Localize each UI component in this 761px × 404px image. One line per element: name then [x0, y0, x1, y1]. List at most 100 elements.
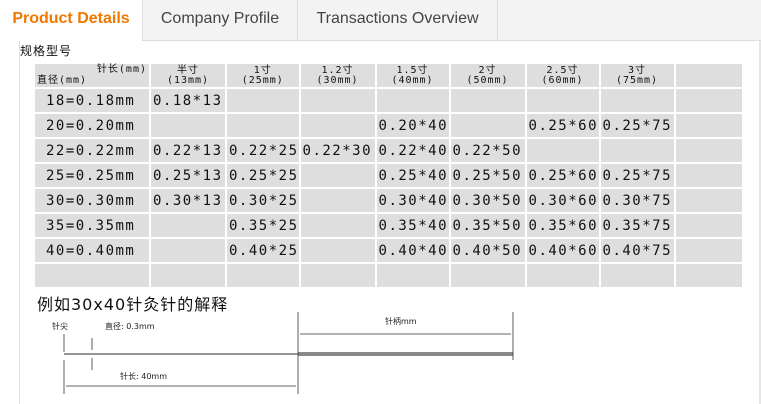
row-label: 18=0.18mm: [33, 87, 151, 114]
table-cell: [298, 162, 377, 189]
needle-diagram-svg: 针尖 直径: 0.3mm 针柄mm 针长: 40mm: [50, 312, 525, 404]
table-cell: [673, 237, 744, 264]
row-label: 35=0.35mm: [33, 212, 151, 239]
table-cell: 0.35*50: [448, 212, 527, 239]
column-header: 2寸 (50mm): [448, 62, 527, 89]
spec-title: 规格型号: [20, 44, 73, 58]
handle-label: 针柄mm: [385, 316, 417, 326]
table-cell: 0.35*40: [374, 212, 451, 239]
table-row: [33, 262, 744, 289]
column-header: 2.5寸 (60mm): [524, 62, 601, 89]
table-cell: [298, 262, 377, 289]
table-cell: [149, 262, 227, 289]
table-cell: [374, 262, 451, 289]
table-cell: [149, 237, 227, 264]
table-cell: 0.30*50: [448, 187, 527, 214]
table-cell: [448, 87, 527, 114]
tab-transactions-overview[interactable]: Transactions Overview: [298, 0, 498, 41]
table-cell: [298, 112, 377, 139]
table-cell: 0.35*75: [598, 212, 676, 239]
length-label: 针长: 40mm: [120, 371, 167, 381]
table-cell: [448, 112, 527, 139]
table-cell: [298, 237, 377, 264]
table-cell: [673, 87, 744, 114]
corner-header: 针长(mm) 直径(mm): [33, 62, 151, 89]
row-label: 40=0.40mm: [33, 237, 151, 264]
table-cell: [225, 112, 301, 139]
table-cell: 0.30*75: [598, 187, 676, 214]
table-cell: [673, 162, 744, 189]
table-cell: [673, 112, 744, 139]
column-header: 1寸 (25mm): [225, 62, 301, 89]
tab-company-profile[interactable]: Company Profile: [143, 0, 298, 41]
table-cell: 0.30*40: [374, 187, 451, 214]
table-cell: [225, 262, 301, 289]
table-cell: 0.25*13: [149, 162, 227, 189]
table-row: 40=0.40mm 0.40*25 0.40*40 0.40*50 0.40*60 0.4…: [33, 237, 744, 264]
table-cell: [298, 212, 377, 239]
column-header: 1.2寸 (30mm): [298, 62, 377, 89]
table-cell: [673, 137, 744, 164]
needle-handle: [298, 352, 513, 356]
table-cell: [298, 187, 377, 214]
table-cell: 0.40*40: [374, 237, 451, 264]
table-cell: 0.18*13: [149, 87, 227, 114]
table-cell: [149, 112, 227, 139]
table-cell: 0.40*75: [598, 237, 676, 264]
needle-diagram: 针尖 直径: 0.3mm 针柄mm 针长: 40mm: [50, 300, 530, 404]
table-cell: [598, 137, 676, 164]
table-row: 20=0.20mm 0.20*40 0.25*60 0.25*75: [33, 112, 744, 139]
table-cell: 0.22*40: [374, 137, 451, 164]
table-cell: 0.30*13: [149, 187, 227, 214]
table-cell: 0.30*60: [524, 187, 601, 214]
column-header: 半寸 (13mm): [149, 62, 227, 89]
table-cell: 0.25*50: [448, 162, 527, 189]
table-cell: 0.22*25: [225, 137, 301, 164]
tip-label: 针尖: [52, 321, 68, 331]
table-row: 22=0.22mm 0.22*13 0.22*25 0.22*30 0.22*40 0.2…: [33, 137, 744, 164]
table-cell: [524, 87, 601, 114]
column-header: 3寸 (75mm): [598, 62, 676, 89]
table-cell: 0.25*75: [598, 112, 676, 139]
row-label: [33, 262, 151, 289]
table-cell: 0.40*25: [225, 237, 301, 264]
table-cell: 0.25*60: [524, 112, 601, 139]
table-cell: [524, 137, 601, 164]
table-cell: 0.25*25: [225, 162, 301, 189]
diameter-label: 直径: 0.3mm: [105, 321, 155, 331]
table-row: 35=0.35mm 0.35*25 0.35*40 0.35*50 0.35*60 0.3…: [33, 212, 744, 239]
row-label: 30=0.30mm: [33, 187, 151, 214]
row-label: 22=0.22mm: [33, 137, 151, 164]
table-cell: [374, 87, 451, 114]
table-row: 25=0.25mm 0.25*13 0.25*25 0.25*40 0.25*50 0.2…: [33, 162, 744, 189]
table-cell: 0.40*60: [524, 237, 601, 264]
table-row: 30=0.30mm 0.30*13 0.30*25 0.30*40 0.30*50 0.3…: [33, 187, 744, 214]
row-label: 20=0.20mm: [33, 112, 151, 139]
table-cell: 0.20*40: [374, 112, 451, 139]
table-cell: 0.25*60: [524, 162, 601, 189]
table-cell: [149, 212, 227, 239]
table-cell: 0.35*25: [225, 212, 301, 239]
table-cell: [673, 212, 744, 239]
tab-product-details[interactable]: Product Details: [0, 0, 143, 42]
table-cell: [448, 262, 527, 289]
spec-table: 针长(mm) 直径(mm) 半寸 (13mm) 1寸 (25mm) 1.2寸 (30m…: [33, 62, 744, 289]
column-header-empty: [673, 62, 744, 89]
table-cell: 0.35*60: [524, 212, 601, 239]
column-header: 1.5寸 (40mm): [374, 62, 451, 89]
table-cell: 0.40*50: [448, 237, 527, 264]
table-cell: [673, 262, 744, 289]
table-cell: 0.30*25: [225, 187, 301, 214]
diameter-axis-label: 直径(mm): [37, 75, 88, 86]
table-cell: 0.25*75: [598, 162, 676, 189]
table-header-row: 针长(mm) 直径(mm) 半寸 (13mm) 1寸 (25mm) 1.2寸 (30m…: [33, 62, 744, 89]
length-axis-label: 针长(mm): [96, 64, 147, 75]
tab-bar: Product Details Company Profile Transact…: [0, 0, 761, 42]
table-cell: [298, 87, 377, 114]
table-cell: [225, 87, 301, 114]
table-row: 18=0.18mm 0.18*13: [33, 87, 744, 114]
table-cell: 0.25*40: [374, 162, 451, 189]
table-cell: [598, 87, 676, 114]
table-cell: 0.22*30: [298, 137, 377, 164]
table-cell: 0.22*13: [149, 137, 227, 164]
